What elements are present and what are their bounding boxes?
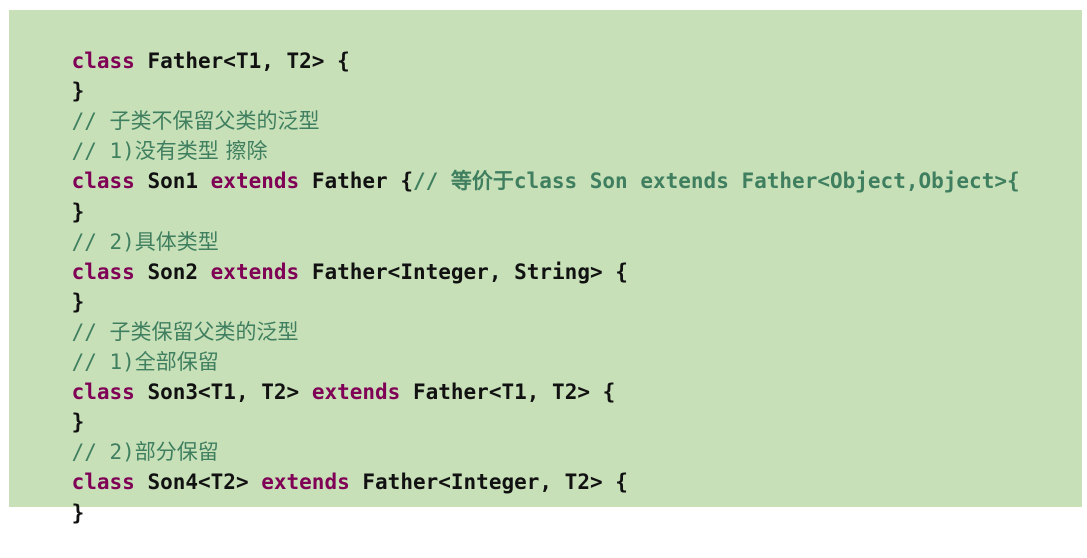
closing-brace: } xyxy=(71,79,85,104)
closing-brace: } xyxy=(71,410,85,435)
comment-prefix: // xyxy=(412,169,451,194)
code-text: Son4<T2> xyxy=(134,470,262,495)
comment-code: class Son extends Father<Object,Object>{ xyxy=(513,169,1020,194)
keyword-class: class xyxy=(71,380,135,405)
keyword-class: class xyxy=(71,259,135,284)
keyword-extends: extends xyxy=(261,470,350,495)
closing-brace: } xyxy=(71,199,85,224)
comment-text: 等价于 xyxy=(450,169,514,194)
comment-prefix: // xyxy=(71,319,110,344)
comment-prefix: // 1) xyxy=(71,139,135,164)
comment-prefix: // 2) xyxy=(71,229,135,254)
comment-prefix: // xyxy=(71,109,110,134)
keyword-extends: extends xyxy=(311,380,401,405)
comment-text: 没有类型 擦除 xyxy=(134,139,268,164)
comment-text: 部分保留 xyxy=(134,440,219,465)
code-text: Father<T1, T2> { xyxy=(400,380,616,405)
keyword-extends: extends xyxy=(210,169,300,194)
code-text: Son1 xyxy=(134,169,211,194)
code-block: class Father<T1, T2> { } // 子类不保留父类的泛型 /… xyxy=(9,10,1082,525)
comment-text: 子类不保留父类的泛型 xyxy=(109,109,320,134)
keyword-class: class xyxy=(71,470,135,495)
code-line-comment: // 子类不保留父类的泛型 xyxy=(21,76,1082,133)
comment-prefix: // 2) xyxy=(71,440,135,465)
comment-prefix: // 1) xyxy=(71,350,135,375)
closing-brace: } xyxy=(71,289,85,314)
closing-brace: } xyxy=(71,500,85,525)
comment-text: 全部保留 xyxy=(134,350,219,375)
code-line-father-decl: class Father<T1, T2> { xyxy=(21,16,1082,73)
keyword-class: class xyxy=(71,49,135,74)
code-text: Son3<T1, T2> xyxy=(134,380,312,405)
code-text: Father<Integer, T2> { xyxy=(349,470,628,495)
code-line-comment: // 2)具体类型 xyxy=(21,197,1082,254)
code-text: Father { xyxy=(299,169,413,194)
code-line-comment: // 子类保留父类的泛型 xyxy=(21,287,1082,344)
comment-text: 子类保留父类的泛型 xyxy=(109,319,299,344)
keyword-extends: extends xyxy=(210,259,300,284)
code-text: Father<Integer, String> { xyxy=(299,259,628,284)
comment-text: 具体类型 xyxy=(134,229,219,254)
code-line-comment: // 2)部分保留 xyxy=(21,407,1082,464)
code-text: Son2 xyxy=(134,259,211,284)
code-text: Father<T1, T2> { xyxy=(134,49,350,74)
keyword-class: class xyxy=(71,169,135,194)
